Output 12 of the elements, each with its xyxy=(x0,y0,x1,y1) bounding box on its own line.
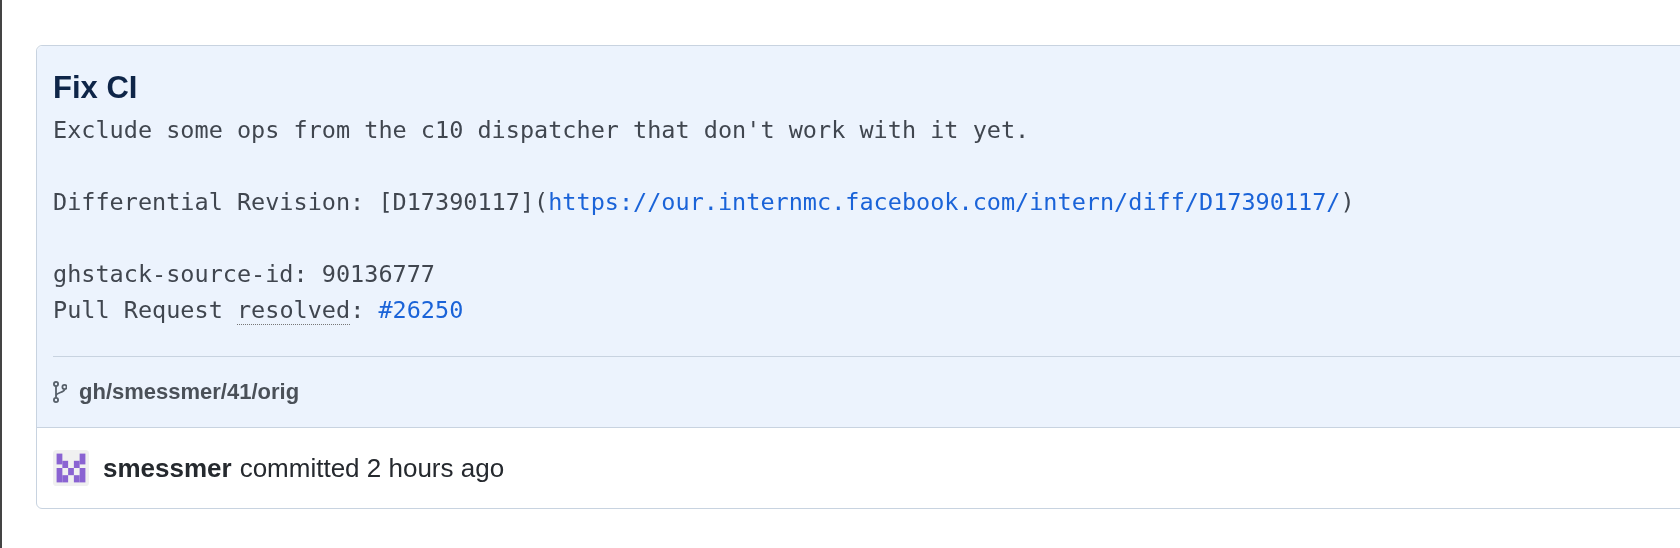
commit-message-line: ghstack-source-id: 90136777 xyxy=(53,259,436,290)
author-name[interactable]: smessmer xyxy=(103,452,232,484)
commit-message-line: Exclude some ops from the c10 dispatcher that don't work with it yet. xyxy=(53,115,1031,146)
branch-name[interactable]: gh/smessmer/41/orig xyxy=(79,379,300,405)
commit-title: Fix CI xyxy=(53,69,139,107)
avatar xyxy=(53,450,89,486)
commit-message-line: Pull Request resolved: #26250 xyxy=(53,295,465,327)
message-link[interactable]: https://our.internmc.facebook.com/intern/diff/D17390117/ xyxy=(548,188,1341,216)
commit-time: committed 2 hours ago xyxy=(239,452,505,484)
message-link[interactable]: #26250 xyxy=(378,296,464,324)
commit-message-line: Differential Revision: [D17390117](https://our.internmc.facebook.com/intern/diff/D17390117/) xyxy=(53,187,1356,218)
branch-icon xyxy=(53,381,67,403)
